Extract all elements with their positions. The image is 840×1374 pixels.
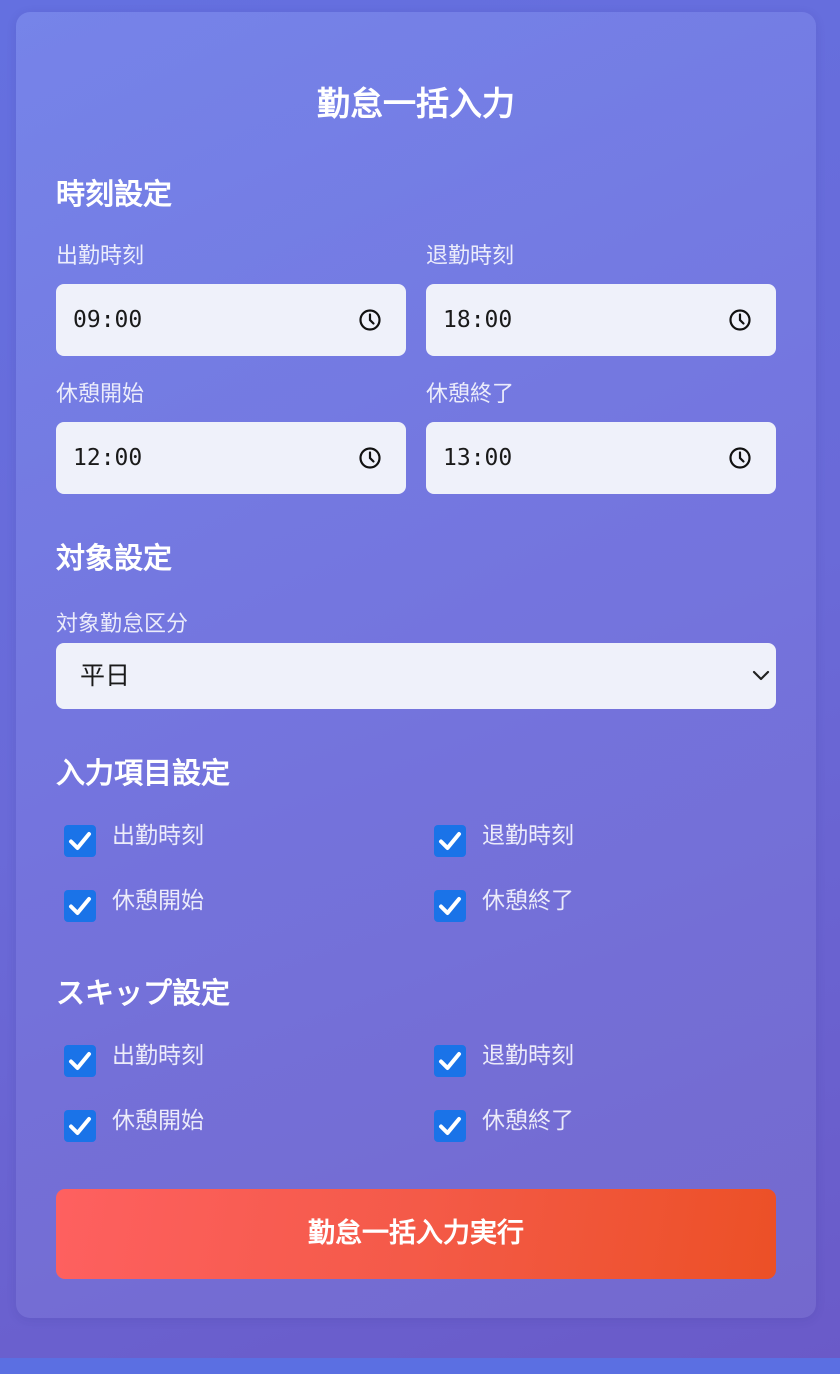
clock-in-time-input[interactable]: 09:00	[56, 284, 406, 356]
section-title-time-settings: 時刻設定	[56, 177, 173, 211]
checkmark-icon	[439, 897, 461, 915]
checkmark-icon	[439, 1117, 461, 1135]
checkbox-label: 退勤時刻	[482, 1043, 574, 1069]
section-title-skip-settings: スキップ設定	[56, 976, 231, 1010]
checkbox-label: 休憩終了	[482, 888, 574, 914]
checkbox[interactable]	[434, 890, 466, 922]
clock-out-time-input[interactable]: 18:00	[426, 284, 776, 356]
checkmark-icon	[69, 832, 91, 850]
checkbox-label: 休憩開始	[112, 888, 204, 914]
bulk-input-submit-button[interactable]: 勤怠一括入力実行	[56, 1189, 776, 1279]
label-break-start: 休憩開始	[56, 382, 145, 407]
attendance-category-select[interactable]: 平日	[56, 643, 776, 709]
checkmark-icon	[69, 1117, 91, 1135]
bottom-edge-strip	[0, 1358, 840, 1374]
clock-icon[interactable]	[728, 308, 752, 332]
break-start-value: 12:00	[73, 445, 143, 471]
break-end-value: 13:00	[443, 445, 513, 471]
checkbox-label: 休憩終了	[482, 1108, 574, 1134]
skip-item-break-end[interactable]: 休憩終了	[426, 1106, 766, 1142]
checkmark-icon	[69, 1052, 91, 1070]
checkbox[interactable]	[64, 1045, 96, 1077]
break-start-input[interactable]: 12:00	[56, 422, 406, 494]
skip-item-clock-in[interactable]: 出勤時刻	[56, 1041, 396, 1077]
checkbox[interactable]	[434, 825, 466, 857]
skip-item-clock-out[interactable]: 退勤時刻	[426, 1041, 766, 1077]
page-title: 勤怠一括入力	[317, 84, 515, 123]
clock-out-time-value: 18:00	[443, 307, 513, 333]
clock-icon[interactable]	[728, 446, 752, 470]
checkbox-label: 退勤時刻	[482, 823, 574, 849]
clock-icon[interactable]	[358, 308, 382, 332]
input-item-clock-in[interactable]: 出勤時刻	[56, 821, 396, 857]
break-end-input[interactable]: 13:00	[426, 422, 776, 494]
skip-item-break-start[interactable]: 休憩開始	[56, 1106, 396, 1142]
checkbox[interactable]	[434, 1110, 466, 1142]
clock-in-time-value: 09:00	[73, 307, 143, 333]
checkmark-icon	[69, 897, 91, 915]
label-clock-out-time: 退勤時刻	[426, 244, 515, 269]
label-attendance-category: 対象勤怠区分	[56, 612, 189, 637]
section-title-target-settings: 対象設定	[56, 541, 173, 575]
input-item-break-start[interactable]: 休憩開始	[56, 886, 396, 922]
checkbox[interactable]	[64, 1110, 96, 1142]
clock-icon[interactable]	[358, 446, 382, 470]
checkbox-label: 出勤時刻	[112, 823, 204, 849]
checkmark-icon	[439, 1052, 461, 1070]
input-item-break-end[interactable]: 休憩終了	[426, 886, 766, 922]
checkbox[interactable]	[64, 890, 96, 922]
input-item-clock-out[interactable]: 退勤時刻	[426, 821, 766, 857]
checkmark-icon	[439, 832, 461, 850]
chevron-down-icon	[752, 670, 770, 681]
label-break-end: 休憩終了	[426, 382, 515, 407]
checkbox-label: 休憩開始	[112, 1108, 204, 1134]
label-clock-in-time: 出勤時刻	[56, 244, 145, 269]
checkbox[interactable]	[434, 1045, 466, 1077]
section-title-input-items: 入力項目設定	[56, 756, 231, 790]
checkbox-label: 出勤時刻	[112, 1043, 204, 1069]
attendance-category-value: 平日	[80, 661, 131, 690]
checkbox[interactable]	[64, 825, 96, 857]
